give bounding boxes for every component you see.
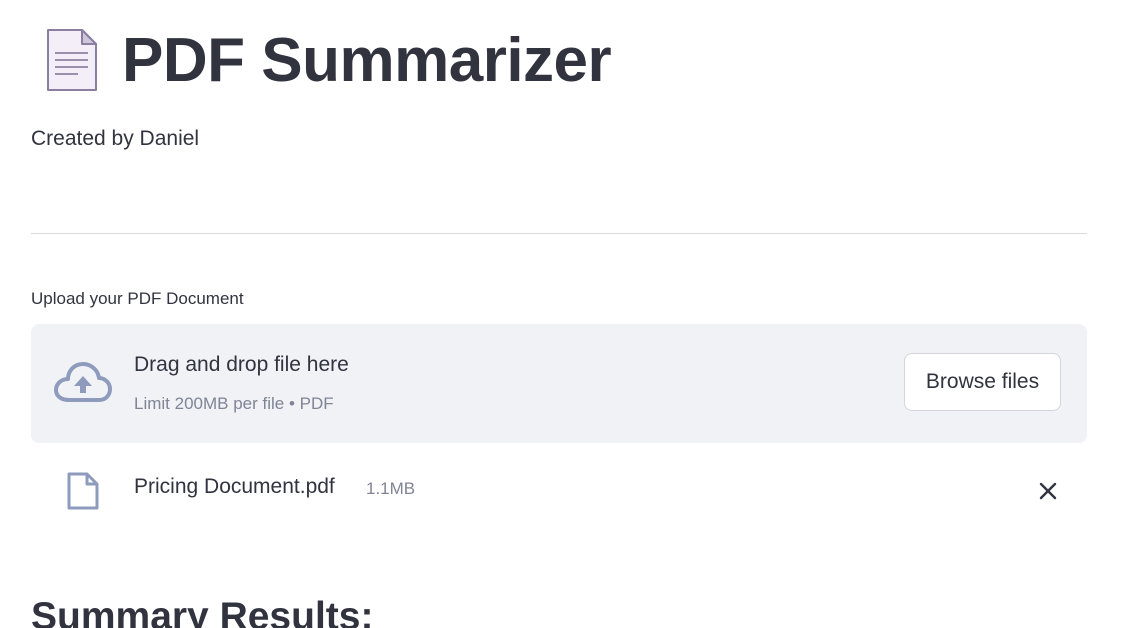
uploaded-file-name: Pricing Document.pdf	[134, 475, 335, 498]
dropzone-instructions: Drag and drop file here	[134, 353, 349, 376]
file-icon	[66, 471, 100, 511]
uploaded-file-row: Pricing Document.pdf 1.1MB	[31, 458, 1087, 518]
upload-label: Upload your PDF Document	[31, 289, 244, 308]
uploaded-file-size: 1.1MB	[366, 479, 416, 498]
remove-file-button[interactable]	[1031, 474, 1065, 508]
app-page: PDF Summarizer Created by Daniel Upload …	[0, 0, 1132, 628]
close-icon	[1039, 482, 1057, 500]
page-title: PDF Summarizer	[122, 25, 612, 95]
cloud-upload-icon	[53, 360, 113, 406]
divider	[31, 233, 1087, 234]
title-row: PDF Summarizer	[44, 20, 612, 100]
summary-results-heading: Summary Results:	[31, 595, 374, 628]
byline: Created by Daniel	[31, 127, 200, 150]
browse-files-button[interactable]: Browse files	[904, 353, 1061, 411]
page-facing-up-icon	[44, 20, 110, 100]
dropzone-limit-text: Limit 200MB per file • PDF	[134, 394, 334, 413]
file-dropzone[interactable]: Drag and drop file here Limit 200MB per …	[31, 324, 1087, 443]
